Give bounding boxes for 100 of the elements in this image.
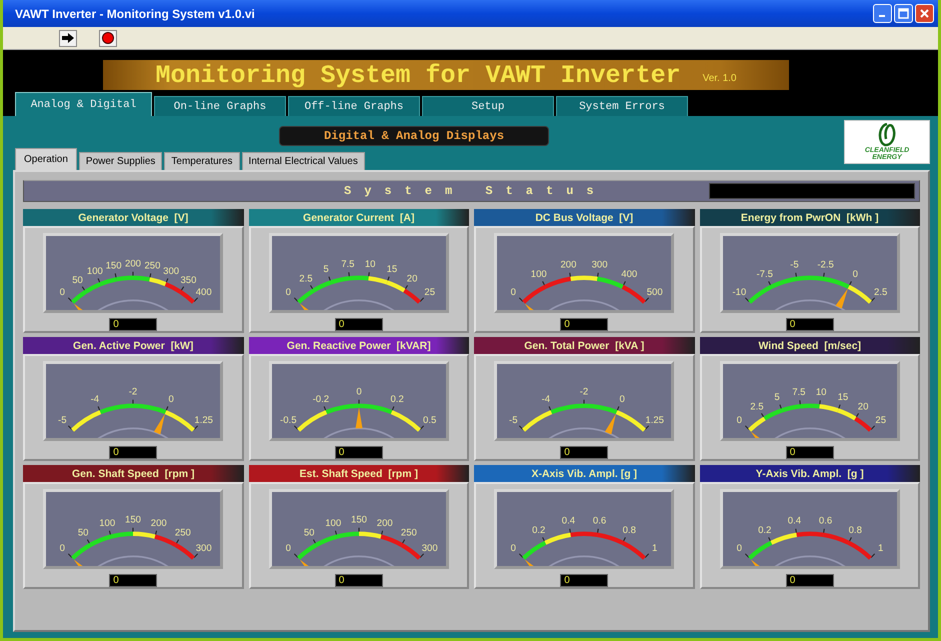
scale-label: -5 bbox=[790, 260, 798, 271]
scale-label: -10 bbox=[732, 287, 746, 298]
scale-label: 0 bbox=[285, 287, 291, 298]
scale-label: 0 bbox=[60, 543, 66, 554]
gauge-title: Y-Axis Vib. Ampl. [g ] bbox=[700, 465, 920, 482]
value-display: 0 bbox=[786, 318, 834, 331]
scale-label: -2.5 bbox=[817, 260, 834, 271]
scale-label: 0.8 bbox=[622, 525, 636, 536]
scale-label: 25 bbox=[875, 415, 886, 426]
scale-label: 20 bbox=[858, 401, 868, 412]
value-display: 0 bbox=[109, 446, 158, 459]
scale-label: 350 bbox=[180, 274, 197, 286]
tab[interactable]: System Errors bbox=[556, 96, 688, 116]
scale-label: 200 bbox=[560, 260, 577, 271]
scale-label: 15 bbox=[386, 264, 397, 275]
scale-label: 0.8 bbox=[848, 525, 862, 536]
scale-label: 150 bbox=[125, 514, 142, 526]
scale-label: 20 bbox=[406, 273, 418, 284]
scale-label: 1.25 bbox=[646, 415, 664, 426]
scale-label: 0 bbox=[285, 543, 291, 554]
scale-label: 400 bbox=[196, 287, 212, 298]
scale-label: -4 bbox=[90, 394, 100, 405]
scale-label: 100 bbox=[531, 269, 547, 280]
scale-label: 200 bbox=[151, 518, 167, 529]
scale-label: 0 bbox=[168, 394, 174, 405]
subtab[interactable]: Temperatures bbox=[164, 152, 240, 170]
gauge-title: Gen. Total Power [kVA ] bbox=[474, 337, 694, 354]
gauge-title: Generator Current [A] bbox=[248, 209, 469, 226]
scale-label: 300 bbox=[163, 266, 180, 277]
scale-label: -5 bbox=[509, 415, 518, 426]
gauge-title: Gen. Active Power [kW] bbox=[23, 337, 244, 354]
scale-label: 100 bbox=[325, 518, 341, 529]
scale-label: 0.2 bbox=[390, 394, 404, 405]
scale-label: 250 bbox=[175, 528, 192, 539]
tab[interactable]: On-line Graphs bbox=[154, 96, 286, 116]
subtab[interactable]: Operation bbox=[15, 148, 77, 170]
scale-label: 0 bbox=[510, 543, 516, 554]
scale-label: -5 bbox=[58, 415, 67, 426]
scale-label: 500 bbox=[646, 287, 663, 298]
version-label: Ver. 1.0 bbox=[702, 72, 736, 84]
gauge-title: Gen. Reactive Power [kVAR] bbox=[248, 337, 469, 354]
value-display: 0 bbox=[334, 446, 383, 459]
scale-label: 300 bbox=[196, 543, 212, 554]
scale-label: 250 bbox=[144, 260, 161, 272]
scale-label: 0 bbox=[510, 287, 516, 298]
value-display: 0 bbox=[334, 318, 383, 331]
scale-label: 400 bbox=[622, 269, 638, 280]
scale-label: 200 bbox=[125, 258, 142, 270]
scale-label: 50 bbox=[72, 274, 84, 286]
subtab[interactable]: Internal Electrical Values bbox=[242, 152, 365, 170]
tab[interactable]: Setup bbox=[422, 96, 554, 116]
value-display: 0 bbox=[560, 446, 608, 459]
scale-label: 1 bbox=[652, 543, 658, 554]
scale-label: 0 bbox=[620, 394, 626, 405]
scale-label: 7.5 bbox=[340, 259, 354, 270]
scale-label: 0 bbox=[356, 386, 362, 398]
value-display: 0 bbox=[786, 446, 834, 459]
scale-label: 50 bbox=[78, 528, 89, 539]
status-label: System Status bbox=[344, 184, 608, 198]
scale-label: 10 bbox=[816, 387, 826, 398]
tab[interactable]: Off-line Graphs bbox=[288, 96, 420, 116]
window-title: VAWT Inverter - Monitoring System v1.0.vi bbox=[15, 6, 256, 20]
scale-label: 250 bbox=[400, 528, 417, 539]
value-display: 0 bbox=[560, 318, 608, 331]
scale-label: 0.2 bbox=[532, 525, 546, 536]
value-display: 0 bbox=[109, 574, 158, 587]
scale-label: 150 bbox=[350, 514, 367, 526]
scale-label: 7.5 bbox=[792, 387, 806, 398]
subtab[interactable]: Power Supplies bbox=[78, 152, 162, 170]
scale-label: -0.2 bbox=[312, 394, 329, 405]
scale-label: -2 bbox=[580, 386, 588, 398]
scale-label: 100 bbox=[87, 266, 104, 277]
value-display: 0 bbox=[109, 318, 158, 331]
scale-label: 1.25 bbox=[194, 415, 214, 426]
scale-label: -4 bbox=[542, 394, 550, 405]
scale-label: 300 bbox=[592, 260, 608, 271]
scale-label: 0.6 bbox=[593, 516, 606, 527]
scale-label: -0.5 bbox=[280, 415, 296, 426]
scale-label: 0.2 bbox=[758, 525, 772, 536]
value-display: 0 bbox=[786, 574, 834, 587]
scale-label: 15 bbox=[837, 392, 848, 403]
gauge-title: Est. Shaft Speed [rpm ] bbox=[248, 465, 469, 482]
gauge-title: X-Axis Vib. Ampl. [g ] bbox=[474, 465, 694, 482]
scale-label: 10 bbox=[364, 259, 376, 270]
scale-label: 5 bbox=[323, 264, 329, 275]
gauge-title: DC Bus Voltage [V] bbox=[474, 209, 694, 226]
gauge-title: Wind Speed [m/sec] bbox=[700, 337, 920, 354]
scale-label: 0.6 bbox=[818, 516, 832, 527]
scale-label: 5 bbox=[774, 392, 780, 403]
scale-label: 0 bbox=[736, 415, 742, 426]
scale-label: 1 bbox=[878, 543, 884, 554]
tab[interactable]: Analog & Digital bbox=[15, 92, 152, 116]
gauge-title: Energy from PwrON [kWh ] bbox=[700, 209, 920, 226]
scale-label: 2.5 bbox=[750, 401, 764, 412]
scale-label: -7.5 bbox=[756, 269, 773, 280]
scale-label: 0.5 bbox=[422, 415, 436, 426]
section-label: Digital & Analog Displays bbox=[279, 126, 549, 146]
scale-label: 0 bbox=[736, 543, 742, 554]
gauge-title: Gen. Shaft Speed [rpm ] bbox=[23, 465, 244, 482]
scale-label: 300 bbox=[421, 543, 438, 554]
